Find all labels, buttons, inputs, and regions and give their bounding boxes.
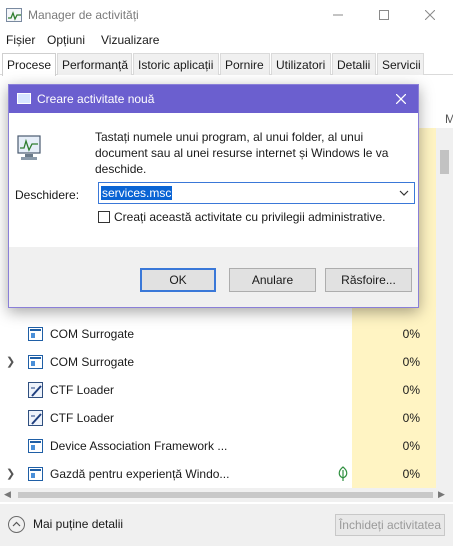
tab-services[interactable]: Servicii (377, 53, 424, 75)
admin-privileges-label[interactable]: Creați această activitate cu privilegii … (114, 210, 385, 224)
maximize-button[interactable] (361, 0, 407, 30)
horizontal-scroll-thumb[interactable] (18, 492, 433, 498)
table-row[interactable]: CTF Loader 0% (0, 376, 436, 404)
open-input[interactable]: services.msc (98, 182, 415, 204)
open-label: Deschidere: (15, 188, 80, 202)
process-cpu: 0% (402, 355, 420, 369)
tab-performance[interactable]: Performanță (57, 53, 132, 75)
footer-bar: Mai puține detalii Închideți activitatea (0, 504, 453, 546)
menu-bar: Fișier Opțiuni Vizualizare (0, 30, 453, 50)
table-row[interactable]: ❯ COM Surrogate 0% (0, 348, 436, 376)
window-title: Manager de activități (28, 8, 139, 22)
menu-view[interactable]: Vizualizare (101, 33, 159, 47)
process-name: COM Surrogate (50, 355, 135, 369)
dialog-close-button[interactable] (390, 89, 412, 109)
scroll-left-icon[interactable]: ◀ (4, 489, 11, 500)
ctf-loader-icon (28, 382, 43, 398)
tab-bar: Procese Performanță Istoric aplicații Po… (0, 53, 453, 76)
column-header-memory[interactable]: M (445, 112, 453, 126)
menu-options[interactable]: Opțiuni (47, 33, 85, 47)
minimize-icon (333, 14, 343, 16)
run-dialog-icon (17, 93, 31, 104)
dialog-title: Creare activitate nouă (37, 92, 155, 106)
tab-details[interactable]: Detalii (332, 53, 376, 75)
open-input-value[interactable]: services.msc (101, 186, 173, 200)
process-name: COM Surrogate (50, 327, 135, 341)
tab-startup[interactable]: Pornire (220, 53, 270, 75)
chevron-up-icon[interactable] (8, 516, 25, 533)
create-task-dialog: Creare activitate nouă Tastați numele un… (8, 84, 419, 308)
maximize-icon (379, 10, 389, 20)
table-row[interactable]: COM Surrogate 0% (0, 320, 436, 348)
vertical-scroll-thumb[interactable] (440, 150, 449, 174)
fewer-details-link[interactable]: Mai puține detalii (33, 517, 123, 531)
minimize-button[interactable] (315, 0, 361, 30)
close-icon (396, 94, 406, 104)
tab-users[interactable]: Utilizatori (271, 53, 331, 75)
process-cpu: 0% (402, 439, 420, 453)
scroll-right-icon[interactable]: ▶ (438, 489, 445, 500)
table-row[interactable]: CTF Loader 0% (0, 404, 436, 432)
cancel-button[interactable]: Anulare (229, 268, 316, 292)
process-name: Device Association Framework ... (50, 439, 228, 453)
ctf-loader-icon (28, 410, 43, 426)
vertical-scrollbar[interactable] (436, 128, 453, 488)
chevron-down-icon[interactable] (399, 188, 409, 198)
window-app-icon (28, 327, 43, 341)
process-name: CTF Loader (50, 383, 115, 397)
tab-app-history[interactable]: Istoric aplicații (133, 53, 219, 75)
process-cpu: 0% (402, 327, 420, 341)
run-program-icon (17, 135, 41, 160)
horizontal-scrollbar[interactable]: ◀ ▶ (0, 488, 453, 502)
process-cpu: 0% (402, 383, 420, 397)
chevron-right-icon[interactable]: ❯ (6, 355, 15, 368)
task-manager-icon (6, 8, 22, 22)
process-cpu: 0% (402, 467, 420, 481)
process-name: Gazdă pentru experiență Windo... (50, 467, 230, 481)
menu-file[interactable]: Fișier (6, 33, 35, 47)
end-task-button[interactable]: Închideți activitatea (335, 514, 445, 536)
browse-button[interactable]: Răsfoire... (325, 268, 412, 292)
dialog-titlebar: Creare activitate nouă (9, 85, 418, 113)
chevron-right-icon[interactable]: ❯ (6, 467, 15, 480)
close-icon (425, 10, 435, 20)
dialog-instruction: Tastați numele unui program, al unui fol… (95, 130, 389, 176)
window-app-icon (28, 439, 43, 453)
leaf-icon (337, 466, 349, 485)
process-cpu: 0% (402, 411, 420, 425)
window-app-icon (28, 467, 43, 481)
process-name: CTF Loader (50, 411, 115, 425)
close-window-button[interactable] (407, 0, 453, 30)
tab-processes[interactable]: Procese (2, 53, 56, 76)
window-app-icon (28, 355, 43, 369)
window-titlebar: Manager de activități (0, 0, 453, 30)
admin-privileges-checkbox[interactable] (98, 211, 110, 223)
dialog-body: Tastați numele unui program, al unui fol… (9, 113, 418, 247)
table-row[interactable]: ❯ Gazdă pentru experiență Windo... 0% (0, 460, 436, 488)
table-row[interactable]: Device Association Framework ... 0% (0, 432, 436, 460)
ok-button[interactable]: OK (140, 268, 216, 292)
